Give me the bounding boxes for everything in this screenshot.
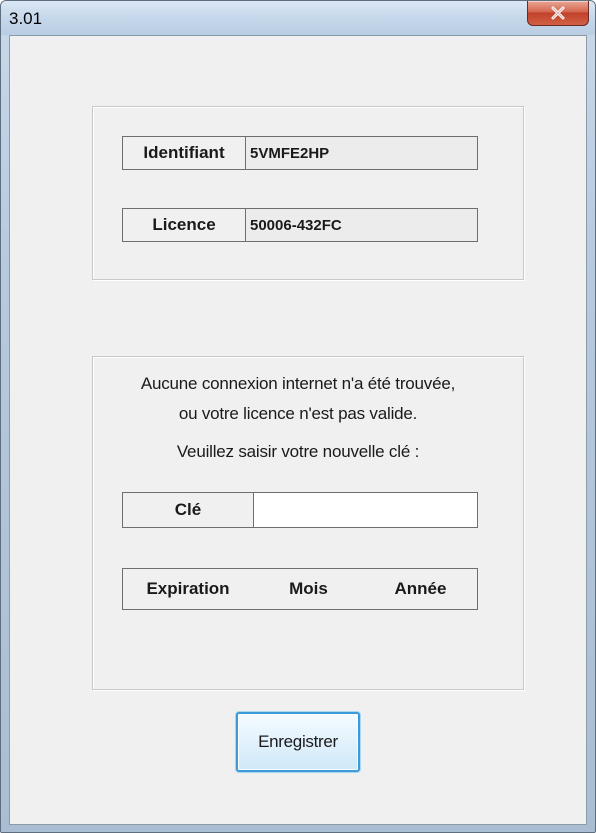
- cle-label: Clé: [122, 492, 254, 528]
- expiration-label: Expiration: [122, 568, 254, 610]
- close-x-icon: [551, 6, 565, 20]
- licence-label: Licence: [122, 208, 246, 242]
- dialog-client-area: Identifiant 5VMFE2HP Licence 50006-432FC…: [9, 35, 587, 825]
- license-dialog-window: 3.01 Identifiant 5VMFE2HP Licence 50006-…: [0, 0, 596, 833]
- expiration-month-field[interactable]: Mois: [253, 568, 365, 610]
- window-title: 3.01: [9, 9, 43, 28]
- licence-value: 50006-432FC: [246, 208, 478, 242]
- no-connection-message: Aucune connexion internet n'a été trouvé…: [140, 374, 456, 393]
- close-button[interactable]: [527, 1, 589, 26]
- identifiant-label: Identifiant: [122, 136, 246, 170]
- license-info-group: [92, 106, 524, 280]
- invalid-license-message: ou votre licence n'est pas valide.: [178, 404, 418, 423]
- identifiant-value: 5VMFE2HP: [246, 136, 478, 170]
- expiration-year-field[interactable]: Année: [364, 568, 478, 610]
- enter-key-prompt: Veuillez saisir votre nouvelle clé :: [176, 442, 420, 461]
- save-button[interactable]: Enregistrer: [236, 712, 360, 772]
- title-bar[interactable]: 3.01: [1, 1, 595, 35]
- cle-input[interactable]: [254, 492, 478, 528]
